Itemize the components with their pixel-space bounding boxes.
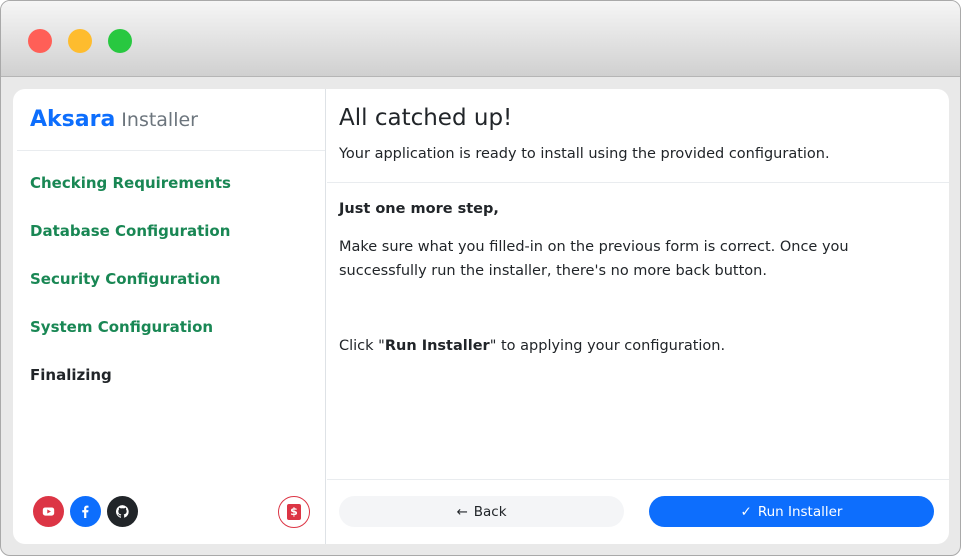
- step-system-configuration[interactable]: System Configuration: [30, 317, 231, 365]
- dollar-icon: $: [287, 504, 301, 520]
- main-panel: All catched up! Your application is read…: [327, 89, 949, 544]
- footer-divider: [327, 479, 949, 480]
- panel-body: Just one more step, Make sure what you f…: [339, 201, 939, 283]
- youtube-icon: [42, 507, 55, 516]
- step-database-configuration[interactable]: Database Configuration: [30, 221, 231, 269]
- github-icon: [116, 505, 129, 518]
- panel-header: All catched up! Your application is read…: [327, 89, 949, 183]
- instruction-prefix: Click ": [339, 338, 385, 354]
- check-icon: ✓: [740, 503, 752, 520]
- minimize-window-button[interactable]: [68, 29, 92, 53]
- step-finalizing[interactable]: Finalizing: [30, 365, 231, 413]
- close-window-button[interactable]: [28, 29, 52, 53]
- step-checking-requirements[interactable]: Checking Requirements: [30, 173, 231, 221]
- run-installer-button[interactable]: ✓ Run Installer: [649, 496, 934, 527]
- warning-paragraph: Make sure what you filled-in on the prev…: [339, 239, 849, 279]
- donate-button[interactable]: $: [278, 496, 310, 528]
- step-nav: Checking Requirements Database Configura…: [30, 173, 231, 413]
- step-heading: Just one more step,: [339, 201, 499, 217]
- page-title: All catched up!: [339, 105, 513, 131]
- divider: [17, 150, 325, 151]
- arrow-left-icon: ←: [456, 503, 468, 520]
- app-window: Aksara Installer Checking Requirements D…: [0, 0, 961, 556]
- back-button-label: Back: [473, 503, 507, 520]
- step-security-configuration[interactable]: Security Configuration: [30, 269, 231, 317]
- facebook-icon: [82, 505, 89, 518]
- facebook-link[interactable]: [70, 496, 101, 527]
- brand-name: Aksara: [30, 107, 116, 132]
- page-subtitle: Your application is ready to install usi…: [339, 146, 830, 162]
- youtube-link[interactable]: [33, 496, 64, 527]
- instruction-suffix: " to applying your configuration.: [489, 338, 726, 354]
- installer-card: Aksara Installer Checking Requirements D…: [13, 89, 949, 544]
- instruction-bold: Run Installer: [384, 338, 490, 354]
- brand: Aksara Installer: [30, 107, 198, 137]
- social-links: [33, 496, 138, 527]
- run-installer-label: Run Installer: [757, 503, 843, 520]
- brand-subtitle: Installer: [121, 109, 198, 131]
- maximize-window-button[interactable]: [108, 29, 132, 53]
- back-button[interactable]: ← Back: [339, 496, 624, 527]
- github-link[interactable]: [107, 496, 138, 527]
- instruction-text: Click "Run Installer" to applying your c…: [339, 338, 725, 354]
- sidebar: Aksara Installer Checking Requirements D…: [13, 89, 326, 544]
- window-titlebar: [1, 1, 960, 77]
